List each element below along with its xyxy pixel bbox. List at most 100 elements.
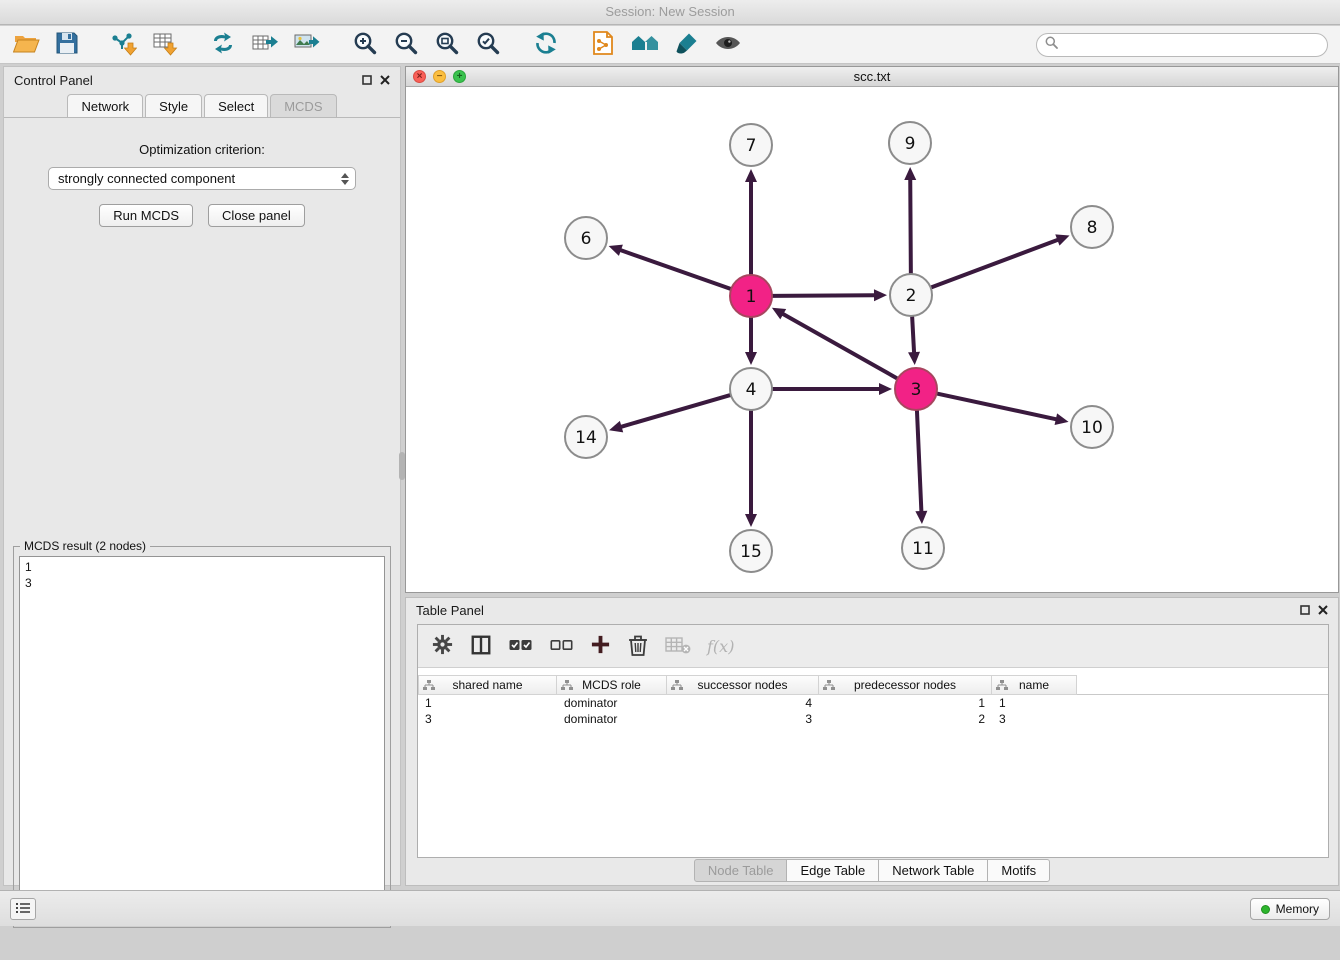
column-header-successor-nodes[interactable]: successor nodes [667,675,819,695]
run-mcds-button[interactable]: Run MCDS [99,204,193,227]
function-builder-button[interactable]: f(x) [706,630,735,662]
result-item[interactable]: 1 [25,559,379,575]
fx-icon: f(x) [707,637,734,656]
tab-select[interactable]: Select [204,94,268,117]
result-item[interactable]: 3 [25,575,379,591]
export-table-button[interactable] [250,29,279,61]
mcds-result-fieldset: MCDS result (2 nodes) 13 [13,546,391,928]
tab-mcds[interactable]: MCDS [270,94,336,117]
table-row[interactable]: 3dominator323 [418,711,1328,727]
column-header-shared-name[interactable]: shared name [418,675,557,695]
table-row[interactable]: 1dominator411 [418,695,1328,711]
save-session-button[interactable] [54,29,80,61]
table-cell[interactable]: 1 [418,695,557,711]
float-table-panel-button[interactable] [1300,603,1310,618]
zoom-selected-button[interactable] [474,29,502,61]
tab-style[interactable]: Style [145,94,202,117]
export-table-icon [251,30,278,59]
graph-edge-4-14[interactable] [622,395,730,427]
graph-node-label-4: 4 [746,380,757,400]
graph-edge-2-8[interactable] [932,240,1058,287]
table-cell[interactable]: 3 [667,711,819,727]
tab-network-table[interactable]: Network Table [878,859,988,882]
open-file-button[interactable] [12,29,41,61]
graph-edge-1-2[interactable] [773,295,874,296]
table-cell[interactable]: 4 [667,695,819,711]
control-panel-tabs: NetworkStyleSelectMCDS [4,93,400,117]
window-minimize-button[interactable]: − [433,70,446,83]
graph-edge-3-10[interactable] [938,394,1056,420]
graph-edge-2-3[interactable] [912,317,914,352]
paintbrush-icon [675,31,699,58]
graph-edge-arrowhead [915,511,927,524]
search-input[interactable] [1064,38,1319,52]
table-cell[interactable]: dominator [557,711,667,727]
node-table-container: f(x) shared nameMCDS role successor nodes… [417,624,1329,858]
refresh-button[interactable] [532,29,560,61]
close-table-panel-button[interactable] [1318,603,1328,618]
table-cell[interactable]: 3 [992,711,1077,727]
graph-edge-arrowhead [904,167,916,180]
deselect-all-button[interactable] [548,630,575,662]
table-cell[interactable]: 2 [819,711,992,727]
import-network-button[interactable] [110,29,138,61]
tab-node-table[interactable]: Node Table [694,859,788,882]
style-button[interactable] [674,29,700,61]
overview-button[interactable] [629,29,661,61]
mcds-result-list[interactable]: 13 [19,556,385,922]
zoom-in-button[interactable] [351,29,379,61]
table-cell[interactable]: 3 [418,711,557,727]
import-table-button[interactable] [151,29,179,61]
dropdown-selected-value: strongly connected component [58,171,235,186]
optimization-criterion-select[interactable]: strongly connected component [48,167,356,190]
tab-network[interactable]: Network [67,94,143,117]
zoom-out-button[interactable] [392,29,420,61]
export-network-button[interactable] [209,29,237,61]
graph-node-label-14: 14 [575,428,597,448]
column-type-icon [561,680,573,694]
graph-edge-2-9[interactable] [910,180,911,273]
table-cell[interactable]: dominator [557,695,667,711]
visibility-button[interactable] [713,29,743,61]
close-panel-button[interactable] [380,73,390,88]
add-column-button[interactable] [589,630,612,662]
table-cell[interactable]: 1 [819,695,992,711]
close-mcds-panel-button[interactable]: Close panel [208,204,305,227]
control-panel: Control Panel NetworkStyleSelectMCDS Opt… [3,66,401,886]
column-header-predecessor-nodes[interactable]: predecessor nodes [819,675,992,695]
select-all-button[interactable] [507,630,534,662]
search-box[interactable] [1036,33,1328,57]
columns-icon [470,634,492,659]
table-settings-button[interactable] [430,630,455,662]
window-title: Session: New Session [605,4,734,19]
copy-view-button[interactable] [590,29,616,61]
graph-edge-3-11[interactable] [917,411,921,511]
graph-edge-1-6[interactable] [621,250,730,288]
graph-edge-arrowhead [745,352,757,365]
column-header-mcds-role[interactable]: MCDS role [557,675,667,695]
task-history-button[interactable] [10,898,36,920]
tab-motifs[interactable]: Motifs [987,859,1050,882]
column-header-label: successor nodes [697,678,787,692]
save-icon [55,31,79,58]
graph-node-label-3: 3 [911,380,922,400]
tab-edge-table[interactable]: Edge Table [786,859,879,882]
network-graph[interactable]: 7968124314101511 [406,87,1338,592]
delete-column-button[interactable] [626,630,650,662]
float-panel-button[interactable] [362,73,372,88]
overview-icon [630,31,660,58]
title-bar[interactable]: Session: New Session [0,0,1340,25]
show-columns-button[interactable] [469,630,493,662]
column-header-name[interactable]: name [992,675,1077,695]
memory-button[interactable]: Memory [1250,898,1330,920]
window-zoom-button[interactable]: + [453,70,466,83]
zoom-fit-button[interactable] [433,29,461,61]
export-image-icon [293,30,320,59]
window-close-button[interactable]: × [413,70,426,83]
export-image-button[interactable] [292,29,321,61]
graph-edge-3-1[interactable] [783,314,897,378]
network-window-titlebar[interactable]: × − + scc.txt [406,67,1338,87]
folder-open-icon [13,31,40,58]
table-cell[interactable]: 1 [992,695,1077,711]
delete-table-button[interactable] [664,630,692,662]
